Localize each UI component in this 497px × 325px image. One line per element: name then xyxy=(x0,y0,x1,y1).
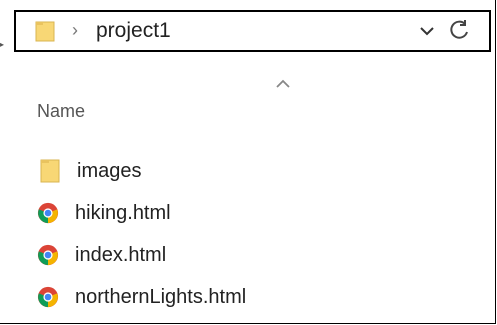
pane-edge-marker: ▸ xyxy=(0,40,5,49)
refresh-icon[interactable] xyxy=(448,18,472,42)
list-item-northernlights-html[interactable]: northernLights.html xyxy=(37,276,437,318)
file-list: images hiking.html index.html northernLi… xyxy=(37,150,437,318)
chevron-down-icon[interactable] xyxy=(418,20,436,42)
breadcrumb-current-folder[interactable]: project1 xyxy=(96,19,171,43)
file-name: index.html xyxy=(75,243,167,266)
file-name: northernLights.html xyxy=(75,285,247,308)
file-name: images xyxy=(77,159,142,182)
folder-icon xyxy=(35,21,55,42)
breadcrumb-separator: › xyxy=(72,20,78,40)
list-item-hiking-html[interactable]: hiking.html xyxy=(37,192,437,234)
list-item-index-html[interactable]: index.html xyxy=(37,234,437,276)
chrome-html-icon xyxy=(37,286,59,308)
address-bar[interactable]: › project1 xyxy=(14,10,491,52)
column-header-name[interactable]: Name xyxy=(37,101,85,122)
chrome-html-icon xyxy=(37,202,59,224)
list-item-images[interactable]: images xyxy=(37,150,437,192)
file-name: hiking.html xyxy=(75,201,171,224)
caret-up-icon xyxy=(276,79,290,88)
chrome-html-icon xyxy=(37,244,59,266)
folder-icon xyxy=(40,159,60,183)
